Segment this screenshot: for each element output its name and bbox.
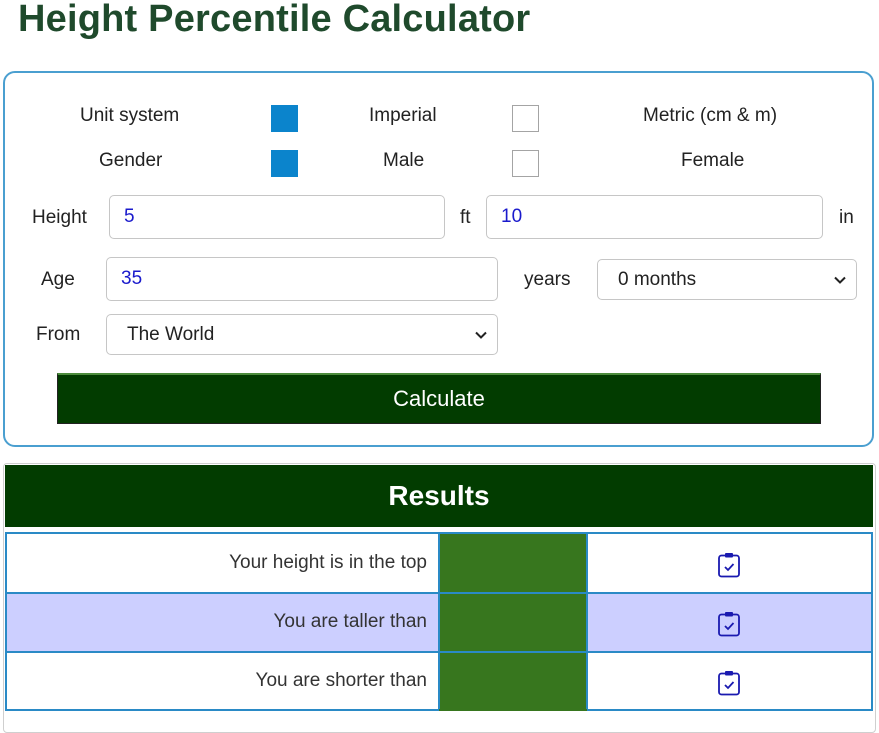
age-years-input[interactable] [106,257,498,301]
calculate-button[interactable]: Calculate [57,373,821,424]
chevron-down-icon [834,276,846,284]
male-label[interactable]: Male [383,150,424,172]
female-radio[interactable] [512,150,539,177]
imperial-radio[interactable] [271,105,298,132]
height-feet-input[interactable] [109,195,445,239]
clipboard-check-icon[interactable] [717,552,741,578]
page-title: Height Percentile Calculator [18,0,531,40]
from-label: From [36,324,81,345]
inches-unit-label: in [839,207,854,228]
results-title: Results [5,465,873,527]
metric-label[interactable]: Metric (cm & m) [643,105,777,127]
gender-label: Gender [99,150,163,171]
result-label-shorter: You are shorter than [255,670,427,691]
age-months-select[interactable]: 0 months [597,259,857,300]
unit-system-label: Unit system [80,105,180,126]
chevron-down-icon [475,331,487,339]
years-unit-label: years [524,269,571,290]
copy-cell [587,534,871,593]
female-label[interactable]: Female [681,150,744,172]
clipboard-check-icon[interactable] [717,611,741,637]
clipboard-check-icon[interactable] [717,670,741,696]
result-value-shorter [439,652,587,711]
male-radio[interactable] [271,150,298,177]
result-label-top: Your height is in the top [229,552,427,573]
metric-radio[interactable] [512,105,539,132]
age-label: Age [41,269,75,290]
result-label-taller: You are taller than [273,611,427,632]
column-divider [438,534,440,709]
age-months-value: 0 months [618,269,697,290]
result-value-top [439,534,587,593]
from-value: The World [127,324,215,345]
results-table: Your height is in the top You are taller… [5,532,873,711]
copy-cell [587,593,871,652]
feet-unit-label: ft [460,207,471,228]
height-inches-input[interactable] [486,195,823,239]
result-value-taller [439,593,587,652]
copy-cell [587,652,871,711]
from-select[interactable]: The World [106,314,498,355]
height-label: Height [32,207,87,228]
column-divider [586,534,588,709]
imperial-label[interactable]: Imperial [369,105,437,127]
